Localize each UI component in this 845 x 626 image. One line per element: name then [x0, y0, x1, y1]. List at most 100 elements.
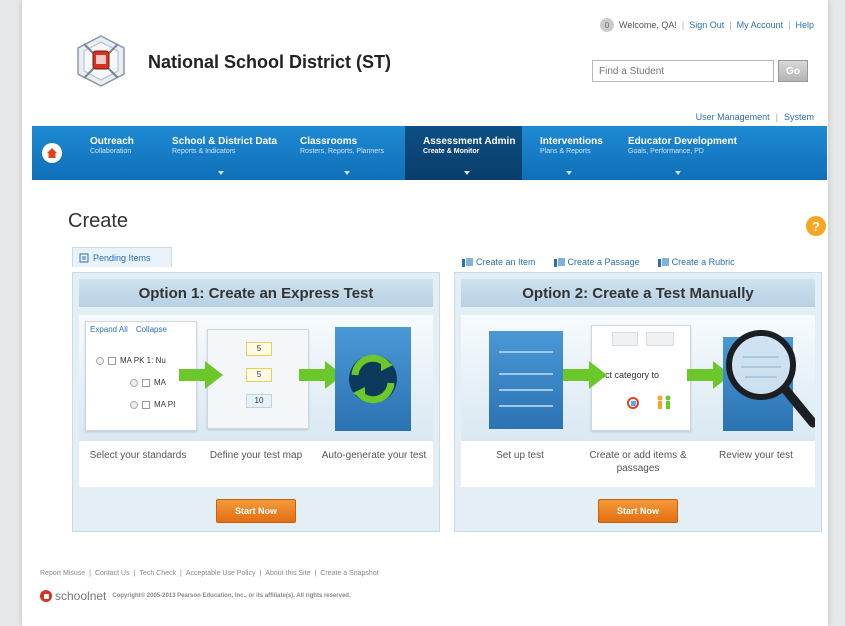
option2-illustration: lect category to — [461, 315, 815, 441]
right-arrow-icon — [179, 361, 223, 389]
nav-outreach[interactable]: Outreach Collaboration — [72, 126, 154, 180]
tree-row: MA PK 1: Nu — [96, 356, 166, 365]
footer-brand: schoolnet Copyright© 2005-2013 Pearson E… — [40, 589, 351, 603]
footer-link-contact-us[interactable]: Contact Us — [95, 570, 130, 577]
page-title: Create — [68, 210, 129, 232]
chevron-down-icon — [343, 171, 350, 175]
step-label: Define your test map — [209, 450, 303, 461]
step-label: Select your standards — [89, 450, 187, 461]
help-icon[interactable]: ? — [806, 216, 826, 236]
start-now-express-button[interactable]: Start Now — [216, 499, 296, 523]
go-button[interactable]: Go — [778, 60, 808, 82]
create-links: Create an Item Create a Passage Create a… — [462, 257, 735, 267]
count-box: 10 — [246, 394, 272, 408]
nav-subtitle: Goals, Performance, PD — [628, 148, 704, 155]
category-text: lect category to — [598, 370, 660, 380]
nav-subtitle: Collaboration — [90, 148, 132, 155]
checkbox-icon — [142, 378, 150, 387]
my-account-link[interactable]: My Account — [737, 20, 784, 30]
step-label: Create or add items & passages — [589, 450, 687, 474]
step-label: Auto-generate your test — [321, 450, 427, 461]
magnifier-icon — [726, 330, 815, 428]
option2-steps: Set up test Create or add items & passag… — [461, 441, 815, 487]
separator: | — [729, 20, 732, 30]
nav-school-district-data[interactable]: School & District Data Reports & Indicat… — [154, 126, 282, 180]
expand-all-link: Expand All — [90, 325, 128, 334]
create-rubric-link[interactable]: Create a Rubric — [657, 257, 735, 267]
document-icon — [462, 257, 474, 267]
document-icon — [657, 257, 670, 267]
help-link[interactable]: Help — [795, 20, 814, 30]
create-rubric-label: Create a Rubric — [671, 257, 735, 267]
copyright-text: Copyright© 2005-2013 Pearson Education, … — [112, 593, 351, 599]
tree-label: MA PI — [154, 400, 176, 409]
nav-title: Interventions — [540, 136, 603, 147]
nav-subtitle: Create & Monitor — [423, 148, 480, 155]
chevron-down-icon — [463, 171, 470, 175]
footer-links: Report Misuse | Contact Us | Tech Check | A… — [40, 570, 379, 577]
option2-heading: Option 2: Create a Test Manually — [461, 279, 815, 307]
pending-items-label: Pending Items — [93, 252, 151, 263]
brand-name: schoolnet — [55, 589, 107, 603]
nav-classrooms[interactable]: Classrooms Rosters, Reports, Planners — [282, 126, 405, 180]
separator: | — [775, 112, 778, 122]
footer-link-tech-check[interactable]: Tech Check — [139, 570, 176, 577]
option1-panel: Option 1: Create an Express Test Expand … — [72, 272, 440, 532]
nav-title: Assessment Admin — [423, 136, 516, 147]
option1-illustration: Expand All Collapse MA PK 1: Nu MA MA PI… — [79, 315, 433, 441]
document-icon — [553, 257, 566, 267]
separator: | — [259, 570, 262, 577]
people-icon — [657, 395, 671, 409]
tree-row: MA — [130, 378, 166, 387]
page: 0 Welcome, QA! | Sign Out | My Account |… — [22, 0, 828, 626]
create-item-link[interactable]: Create an Item — [462, 257, 536, 267]
start-now-manual-button[interactable]: Start Now — [598, 499, 678, 523]
radio-icon — [130, 400, 138, 409]
footer-link-snapshot[interactable]: Create a Snapshot — [320, 570, 378, 577]
user-bar: 0 Welcome, QA! | Sign Out | My Account |… — [600, 18, 814, 32]
math-icon — [627, 397, 639, 409]
nav-interventions[interactable]: Interventions Plans & Reports — [522, 126, 610, 180]
system-link[interactable]: System — [784, 112, 814, 122]
nav-subtitle: Reports & Indicators — [172, 148, 236, 155]
home-button[interactable] — [32, 126, 72, 180]
checkbox-icon — [142, 400, 150, 409]
district-logo — [74, 34, 128, 88]
chevron-down-icon — [675, 171, 681, 175]
nav-title: Educator Development — [628, 136, 737, 147]
separator: | — [133, 570, 136, 577]
nav-educator-development[interactable]: Educator Development Goals, Performance,… — [610, 126, 740, 180]
avatar: 0 — [600, 18, 615, 32]
student-search-input[interactable] — [592, 60, 774, 82]
sign-out-link[interactable]: Sign Out — [689, 20, 724, 30]
admin-links: User Management | System — [696, 112, 814, 122]
create-passage-link[interactable]: Create a Passage — [553, 257, 640, 267]
tree-label: MA PK 1: Nu — [120, 356, 166, 365]
pending-items-icon — [79, 253, 89, 262]
nav-subtitle: Rosters, Reports, Planners — [300, 148, 385, 155]
count-box: 5 — [246, 342, 272, 356]
tree-row: MA PI — [130, 400, 175, 409]
nav-assessment-admin[interactable]: Assessment Admin Create & Monitor — [405, 126, 522, 180]
radio-icon — [96, 356, 104, 365]
user-management-link[interactable]: User Management — [696, 112, 770, 122]
tab-pending-items[interactable]: Pending Items — [72, 247, 172, 267]
tree-label: MA — [154, 378, 166, 387]
separator: | — [89, 570, 91, 577]
welcome-text: Welcome, QA! — [619, 20, 677, 30]
separator: | — [314, 570, 317, 577]
create-item-label: Create an Item — [476, 257, 536, 267]
footer-link-about[interactable]: About this Site — [265, 570, 310, 577]
footer-link-report-misuse[interactable]: Report Misuse — [40, 570, 85, 577]
checkbox-icon — [108, 356, 116, 365]
step-label: Set up test — [496, 450, 544, 461]
test-setup-icon — [489, 331, 563, 429]
option1-heading: Option 1: Create an Express Test — [79, 279, 433, 307]
collapse-link: Collapse — [135, 325, 167, 334]
home-icon — [42, 143, 62, 163]
main-nav: Outreach Collaboration School & District… — [32, 126, 827, 180]
right-arrow-icon — [563, 361, 607, 389]
chevron-down-icon — [218, 171, 224, 175]
nav-title: School & District Data — [172, 136, 278, 147]
footer-link-acceptable-use[interactable]: Acceptable Use Policy — [186, 570, 256, 577]
